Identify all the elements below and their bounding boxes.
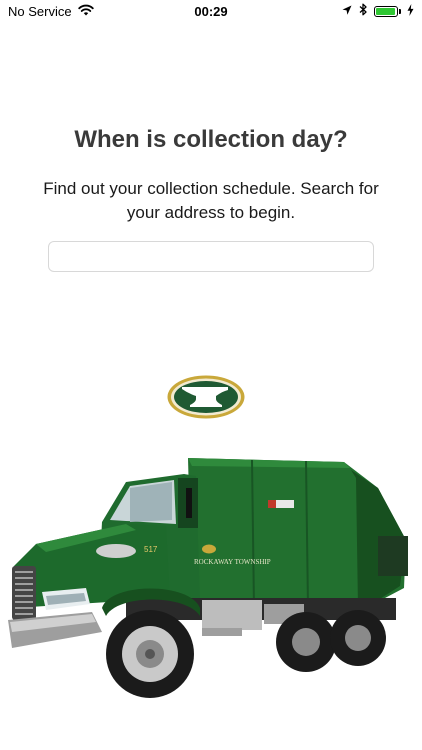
carrier-label: No Service — [8, 3, 72, 19]
status-left: No Service — [8, 4, 128, 19]
page-subtitle: Find out your collection schedule. Searc… — [43, 179, 379, 222]
app-screen: No Service 00:29 When is collection day?… — [0, 0, 422, 750]
status-time: 00:29 — [194, 3, 228, 19]
unit-number: 517 — [144, 545, 158, 554]
battery-icon — [374, 5, 401, 17]
township-logo — [167, 375, 245, 419]
status-right — [294, 3, 414, 19]
bluetooth-icon — [359, 3, 367, 19]
charging-bolt-icon — [407, 3, 414, 19]
address-search-input[interactable] — [48, 241, 374, 272]
page-title: When is collection day? — [74, 126, 348, 153]
status-bar: No Service 00:29 — [0, 0, 422, 22]
door-text: ROCKAWAY TOWNSHIP — [194, 558, 271, 566]
battery-level-fill — [376, 7, 395, 15]
wifi-icon — [77, 4, 94, 19]
location-arrow-icon — [342, 4, 352, 19]
garbage-truck-image: ROCKAWAY TOWNSHIP 517 — [8, 458, 408, 698]
